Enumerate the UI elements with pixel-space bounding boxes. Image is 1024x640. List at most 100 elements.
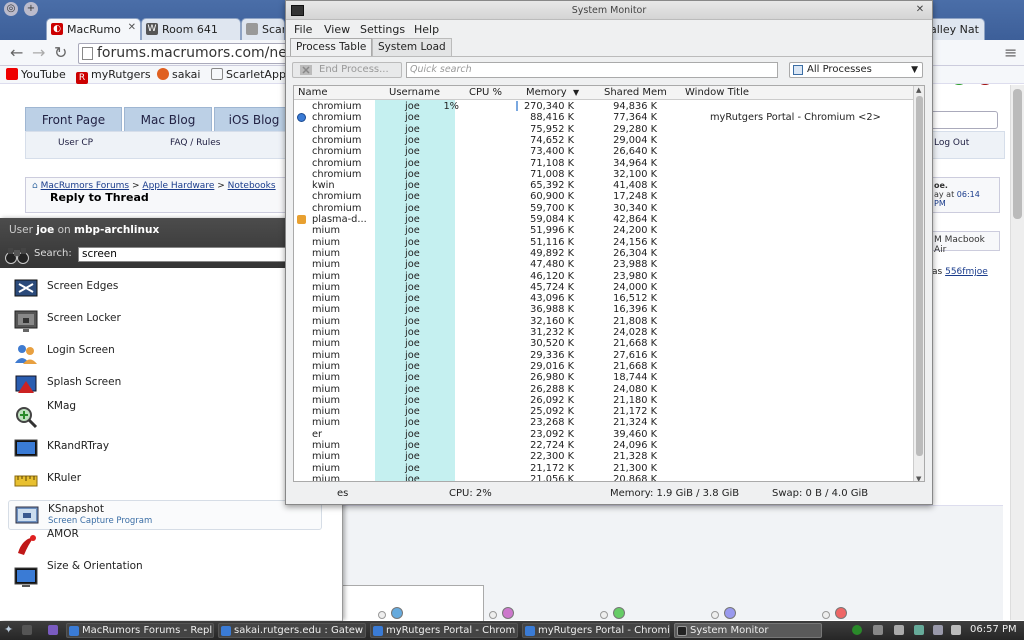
faq-rules-link[interactable]: FAQ / Rules	[170, 138, 220, 148]
table-row[interactable]: chromium joe 71,108 K 34,964 K	[294, 158, 914, 169]
launcher-item-kmag[interactable]: KMag	[8, 400, 322, 432]
desktop-icon[interactable]	[22, 625, 32, 635]
tray-network-icon[interactable]	[951, 625, 961, 635]
table-row[interactable]: mium joe 21,172 K 21,300 K	[294, 463, 914, 474]
table-row[interactable]: mium joe 21,056 K 20,868 K	[294, 474, 914, 481]
column-username[interactable]: Username	[389, 87, 440, 98]
nav-ios-blog[interactable]: iOS Blog	[214, 107, 294, 133]
column-memory[interactable]: Memory	[526, 87, 567, 98]
task-myrutgers-2[interactable]: myRutgers Portal - Chromi	[522, 623, 670, 638]
column-shared-mem[interactable]: Shared Mem	[604, 87, 667, 98]
table-row[interactable]: mium joe 47,480 K 23,988 K	[294, 259, 914, 270]
bookmark-myrutgers[interactable]: RmyRutgers	[76, 68, 151, 84]
table-row[interactable]: chromium joe 60,900 K 17,248 K	[294, 191, 914, 202]
icon-radio[interactable]	[489, 611, 497, 619]
breadcrumb-hardware-link[interactable]: Apple Hardware	[142, 181, 214, 191]
tray-device-icon[interactable]	[894, 625, 904, 635]
tab-system-load[interactable]: System Load	[372, 38, 452, 56]
table-row[interactable]: mium joe 30,520 K 21,668 K	[294, 338, 914, 349]
column-window-title[interactable]: Window Title	[685, 87, 749, 98]
launcher-item-splash-screen[interactable]: Splash Screen	[8, 370, 322, 400]
breadcrumb-notebooks-link[interactable]: Notebooks	[228, 181, 276, 191]
page-scrollbar[interactable]	[1010, 85, 1024, 620]
table-row[interactable]: er joe 23,092 K 39,460 K	[294, 429, 914, 440]
tray-battery-icon[interactable]	[914, 625, 924, 635]
end-process-button[interactable]: End Process...	[292, 62, 402, 78]
table-row[interactable]: mium joe 46,120 K 23,980 K	[294, 271, 914, 282]
quick-search-input[interactable]: Quick search	[406, 62, 778, 78]
table-row[interactable]: chromium joe 73,400 K 26,640 K	[294, 146, 914, 157]
table-row[interactable]: mium joe 43,096 K 16,512 K	[294, 293, 914, 304]
table-row[interactable]: mium joe 26,288 K 24,080 K	[294, 384, 914, 395]
icon-radio[interactable]	[600, 611, 608, 619]
table-row[interactable]: mium joe 26,980 K 18,744 K	[294, 372, 914, 383]
menu-view[interactable]: View	[324, 23, 350, 36]
table-row[interactable]: mium joe 22,300 K 21,328 K	[294, 451, 914, 462]
window-titlebar[interactable]: System Monitor ✕	[286, 1, 932, 20]
table-row[interactable]: mium joe 49,892 K 26,304 K	[294, 248, 914, 259]
new-window-icon[interactable]: +	[24, 2, 38, 16]
table-row[interactable]: chromium joe 1% 270,340 K 94,836 K	[294, 101, 914, 112]
close-tab-icon[interactable]: ✕	[128, 22, 136, 33]
bookmark-youtube[interactable]: YouTube	[6, 68, 66, 81]
table-row[interactable]: chromium joe 88,416 K 77,364 K myRutgers Por…	[294, 112, 914, 123]
table-row[interactable]: mium joe 45,724 K 24,000 K	[294, 282, 914, 293]
log-out-link[interactable]: Log Out	[934, 138, 969, 148]
process-filter-select[interactable]: All Processes ▼	[789, 62, 923, 78]
scroll-up-icon[interactable]: ▲	[916, 86, 921, 94]
launcher-item-amor[interactable]: AMOR	[8, 528, 322, 560]
task-macrumors[interactable]: MacRumors Forums - Repl	[66, 623, 214, 638]
table-row[interactable]: chromium joe 74,652 K 29,004 K	[294, 135, 914, 146]
bookmark-scarletapps[interactable]: ScarletApps	[211, 68, 292, 81]
nav-front-page[interactable]: Front Page	[25, 107, 122, 133]
table-row[interactable]: mium joe 22,724 K 24,096 K	[294, 440, 914, 451]
table-row[interactable]: kwin joe 65,392 K 41,408 K	[294, 180, 914, 191]
address-bar[interactable]: forums.macrumors.com/newr	[78, 43, 288, 64]
task-sakai[interactable]: sakai.rutgers.edu : Gatew	[218, 623, 366, 638]
table-scrollbar[interactable]: ▲ ▼	[913, 86, 924, 481]
table-row[interactable]: plasma-d... joe 59,084 K 42,864 K	[294, 214, 914, 225]
forum-search-input[interactable]	[930, 111, 998, 129]
menu-settings[interactable]: Settings	[360, 23, 405, 36]
task-myrutgers-1[interactable]: myRutgers Portal - Chrom	[370, 623, 518, 638]
table-row[interactable]: chromium joe 75,952 K 29,280 K	[294, 124, 914, 135]
launcher-item-kruler[interactable]: KRuler	[8, 466, 322, 496]
scroll-down-icon[interactable]: ▼	[916, 475, 921, 481]
table-row[interactable]: mium joe 51,996 K 24,200 K	[294, 225, 914, 236]
kde-menu-icon[interactable]: ✦	[4, 623, 13, 636]
table-row[interactable]: mium joe 32,160 K 21,808 K	[294, 316, 914, 327]
reload-icon[interactable]: ↻	[54, 44, 67, 62]
browser-tab-room[interactable]: W Room 641	[141, 18, 241, 40]
back-icon[interactable]: ←	[10, 44, 23, 62]
window-menu-icon[interactable]: ◎	[4, 2, 18, 16]
icon-radio[interactable]	[822, 611, 830, 619]
activities-icon[interactable]	[48, 625, 58, 635]
clock[interactable]: 06:57 PM	[970, 624, 1017, 635]
menu-icon[interactable]: ≡	[1004, 44, 1017, 62]
column-cpu[interactable]: CPU %	[469, 87, 502, 98]
table-row[interactable]: mium joe 29,336 K 27,616 K	[294, 350, 914, 361]
forward-icon[interactable]: →	[32, 44, 45, 62]
browser-tab-macrumors[interactable]: ◐ MacRumo ✕	[46, 18, 141, 40]
user-link[interactable]: 556fmjoe	[945, 267, 988, 277]
table-row[interactable]: mium joe 25,092 K 21,172 K	[294, 406, 914, 417]
bookmark-sakai[interactable]: sakai	[157, 68, 200, 81]
table-row[interactable]: mium joe 26,092 K 21,180 K	[294, 395, 914, 406]
table-row[interactable]: mium joe 31,232 K 24,028 K	[294, 327, 914, 338]
tray-status-icon[interactable]	[852, 625, 862, 635]
launcher-item-screen-edges[interactable]: Screen Edges	[8, 274, 322, 304]
launcher-item-screen-locker[interactable]: Screen Locker	[8, 306, 322, 336]
tray-volume-icon[interactable]	[933, 625, 943, 635]
tab-process-table[interactable]: Process Table	[290, 38, 373, 56]
browser-tab-scarlet[interactable]: Scarle	[241, 18, 285, 40]
launcher-item-ksnapshot[interactable]: KSnapshot Screen Capture Program	[8, 500, 322, 530]
nav-mac-blog[interactable]: Mac Blog	[124, 107, 212, 133]
tray-clipboard-icon[interactable]	[873, 625, 883, 635]
table-row[interactable]: mium joe 29,016 K 21,668 K	[294, 361, 914, 372]
table-row[interactable]: chromium joe 71,008 K 32,100 K	[294, 169, 914, 180]
scrollbar-thumb[interactable]	[916, 96, 923, 456]
table-row[interactable]: mium joe 23,268 K 21,324 K	[294, 417, 914, 428]
launcher-item-krandrtray[interactable]: KRandRTray	[8, 434, 322, 464]
table-row[interactable]: mium joe 51,116 K 24,156 K	[294, 237, 914, 248]
column-name[interactable]: Name	[298, 87, 328, 98]
